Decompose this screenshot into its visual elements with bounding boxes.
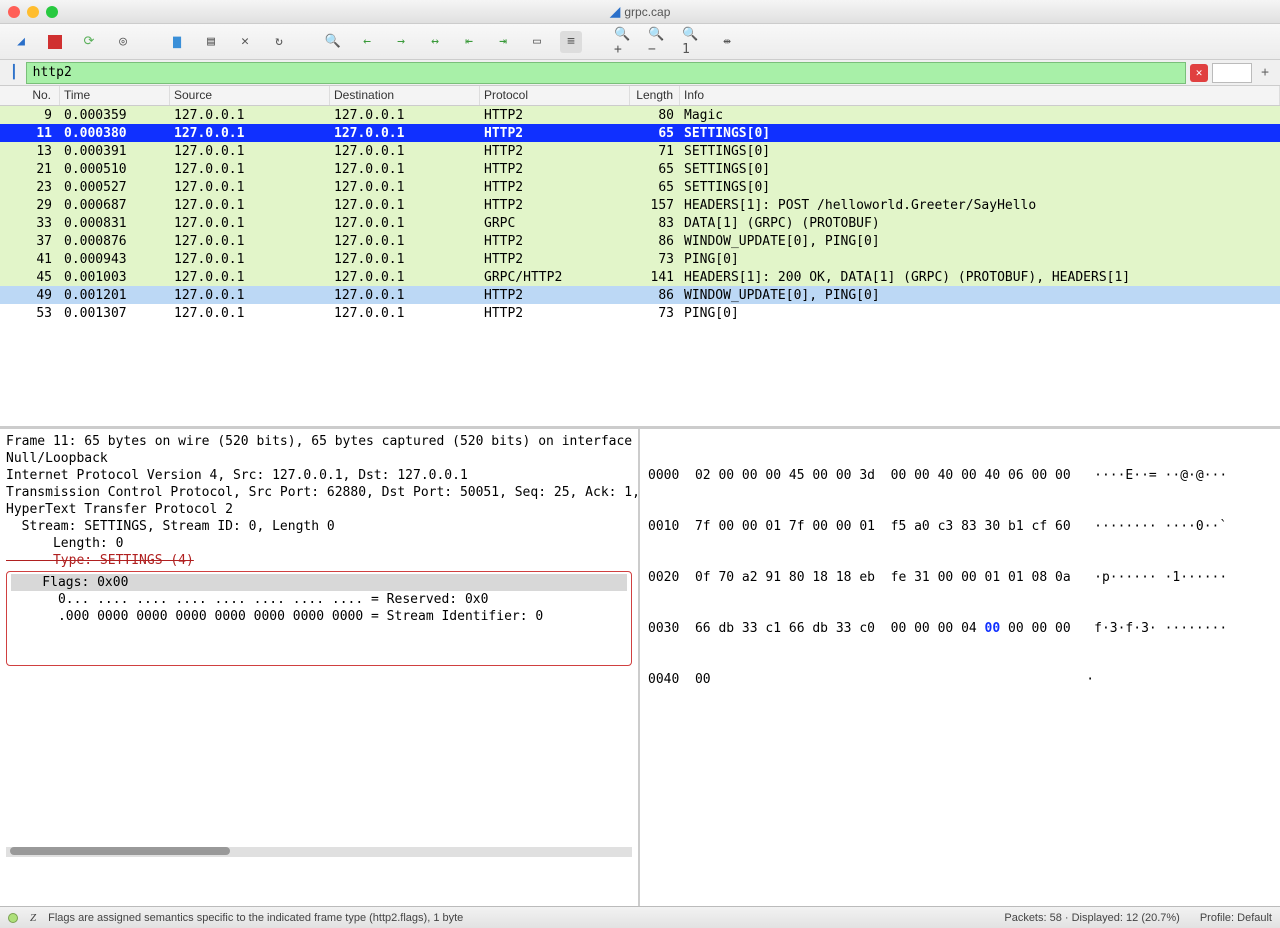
status-packets: Packets: 58 · Displayed: 12 (20.7%) <box>1004 912 1179 924</box>
col-header-time[interactable]: Time <box>60 86 170 105</box>
col-header-protocol[interactable]: Protocol <box>480 86 630 105</box>
table-row[interactable]: 410.000943127.0.0.1127.0.0.1HTTP273PING[… <box>0 250 1280 268</box>
window-title: grpc.cap <box>624 5 670 19</box>
display-filter-bar: ▕▏ ✕ + <box>0 60 1280 86</box>
go-back-button[interactable]: ← <box>356 31 378 53</box>
minimize-icon[interactable] <box>27 6 39 18</box>
stop-capture-button[interactable] <box>44 31 66 53</box>
add-filter-button[interactable]: + <box>1256 65 1274 80</box>
display-filter-input[interactable] <box>26 62 1186 84</box>
titlebar: ◢ grpc.cap <box>0 0 1280 24</box>
auto-scroll-button[interactable]: ▭ <box>526 31 548 53</box>
detail-line[interactable]: Internet Protocol Version 4, Src: 127.0.… <box>6 467 632 484</box>
zoom-out-button[interactable]: 🔍− <box>648 31 670 53</box>
status-hint-icon: Z <box>30 912 36 924</box>
hex-row[interactable]: 0000 02 00 00 00 45 00 00 3d 00 00 40 00… <box>648 467 1272 484</box>
status-bar: Z Flags are assigned semantics specific … <box>0 906 1280 928</box>
find-packet-button[interactable]: 🔍 <box>322 31 344 53</box>
table-row[interactable]: 90.000359127.0.0.1127.0.0.1HTTP280Magic <box>0 106 1280 124</box>
detail-line[interactable]: HyperText Transfer Protocol 2 <box>6 501 632 518</box>
detail-line-flags[interactable]: Flags: 0x00 <box>11 574 627 591</box>
save-file-button[interactable]: ▤ <box>200 31 222 53</box>
table-row[interactable]: 370.000876127.0.0.1127.0.0.1HTTP286WINDO… <box>0 232 1280 250</box>
open-file-button[interactable]: ▆ <box>166 31 188 53</box>
close-file-button[interactable]: ✕ <box>234 31 256 53</box>
col-header-length[interactable]: Length <box>630 86 680 105</box>
table-row[interactable]: 490.001201127.0.0.1127.0.0.1HTTP286WINDO… <box>0 286 1280 304</box>
go-to-packet-button[interactable]: ↔ <box>424 31 446 53</box>
hex-highlight: 00 <box>985 621 1001 636</box>
table-row[interactable]: 530.001307127.0.0.1127.0.0.1HTTP273PING[… <box>0 304 1280 322</box>
expert-info-icon[interactable] <box>8 913 18 923</box>
detail-line[interactable]: Frame 11: 65 bytes on wire (520 bits), 6… <box>6 433 632 450</box>
packet-list[interactable]: 90.000359127.0.0.1127.0.0.1HTTP280Magic1… <box>0 106 1280 426</box>
table-row[interactable]: 450.001003127.0.0.1127.0.0.1GRPC/HTTP214… <box>0 268 1280 286</box>
table-row[interactable]: 230.000527127.0.0.1127.0.0.1HTTP265SETTI… <box>0 178 1280 196</box>
table-row[interactable]: 290.000687127.0.0.1127.0.0.1HTTP2157HEAD… <box>0 196 1280 214</box>
detail-line[interactable]: Transmission Control Protocol, Src Port:… <box>6 484 632 501</box>
hex-row[interactable]: 0040 00 · <box>648 671 1272 688</box>
packet-list-header[interactable]: No. Time Source Destination Protocol Len… <box>0 86 1280 106</box>
packet-bytes-pane[interactable]: 0000 02 00 00 00 45 00 00 3d 00 00 40 00… <box>640 429 1280 906</box>
title-center: ◢ grpc.cap <box>610 3 671 20</box>
capture-options-button[interactable]: ◎ <box>112 31 134 53</box>
colorize-button[interactable]: ≡ <box>560 31 582 53</box>
wireshark-icon: ◢ <box>610 3 621 20</box>
reload-button[interactable]: ↻ <box>268 31 290 53</box>
hex-row[interactable]: 0030 66 db 33 c1 66 db 33 c0 00 00 00 04… <box>648 620 1272 637</box>
close-icon[interactable] <box>8 6 20 18</box>
wireshark-icon[interactable]: ◢ <box>10 31 32 53</box>
bookmark-icon[interactable]: ▕▏ <box>6 65 22 80</box>
col-header-info[interactable]: Info <box>680 86 1280 105</box>
table-row[interactable]: 130.000391127.0.0.1127.0.0.1HTTP271SETTI… <box>0 142 1280 160</box>
table-row[interactable]: 330.000831127.0.0.1127.0.0.1GRPC83DATA[1… <box>0 214 1280 232</box>
status-hint: Flags are assigned semantics specific to… <box>48 912 463 924</box>
detail-line[interactable]: 0... .... .... .... .... .... .... .... … <box>11 591 627 608</box>
restart-capture-button[interactable]: ⟳ <box>78 31 100 53</box>
resize-columns-button[interactable]: ⇹ <box>716 31 738 53</box>
window-controls[interactable] <box>8 6 58 18</box>
detail-line[interactable]: Length: 0 <box>6 535 632 552</box>
hex-row[interactable]: 0010 7f 00 00 01 7f 00 00 01 f5 a0 c3 83… <box>648 518 1272 535</box>
zoom-icon[interactable] <box>46 6 58 18</box>
go-last-button[interactable]: ⇥ <box>492 31 514 53</box>
highlighted-detail-box: Flags: 0x00 0... .... .... .... .... ...… <box>6 571 632 666</box>
col-header-no[interactable]: No. <box>0 86 60 105</box>
status-profile[interactable]: Profile: Default <box>1200 912 1272 924</box>
col-header-source[interactable]: Source <box>170 86 330 105</box>
detail-line-type[interactable]: Type: SETTINGS (4) <box>6 552 632 569</box>
hex-row[interactable]: 0020 0f 70 a2 91 80 18 18 eb fe 31 00 00… <box>648 569 1272 586</box>
packet-details-pane[interactable]: Frame 11: 65 bytes on wire (520 bits), 6… <box>0 429 640 906</box>
zoom-reset-button[interactable]: 🔍1 <box>682 31 704 53</box>
clear-filter-button[interactable]: ✕ <box>1190 64 1208 82</box>
zoom-in-button[interactable]: 🔍+ <box>614 31 636 53</box>
filter-expression-dropdown[interactable] <box>1212 63 1252 83</box>
go-first-button[interactable]: ⇤ <box>458 31 480 53</box>
detail-scrollbar[interactable] <box>6 847 632 857</box>
col-header-destination[interactable]: Destination <box>330 86 480 105</box>
detail-line[interactable]: .000 0000 0000 0000 0000 0000 0000 0000 … <box>11 608 627 625</box>
table-row[interactable]: 210.000510127.0.0.1127.0.0.1HTTP265SETTI… <box>0 160 1280 178</box>
detail-line[interactable]: Stream: SETTINGS, Stream ID: 0, Length 0 <box>6 518 632 535</box>
table-row[interactable]: 110.000380127.0.0.1127.0.0.1HTTP265SETTI… <box>0 124 1280 142</box>
detail-line[interactable]: Null/Loopback <box>6 450 632 467</box>
main-toolbar: ◢ ⟳ ◎ ▆ ▤ ✕ ↻ 🔍 ← → ↔ ⇤ ⇥ ▭ ≡ 🔍+ 🔍− 🔍1 ⇹ <box>0 24 1280 60</box>
go-forward-button[interactable]: → <box>390 31 412 53</box>
